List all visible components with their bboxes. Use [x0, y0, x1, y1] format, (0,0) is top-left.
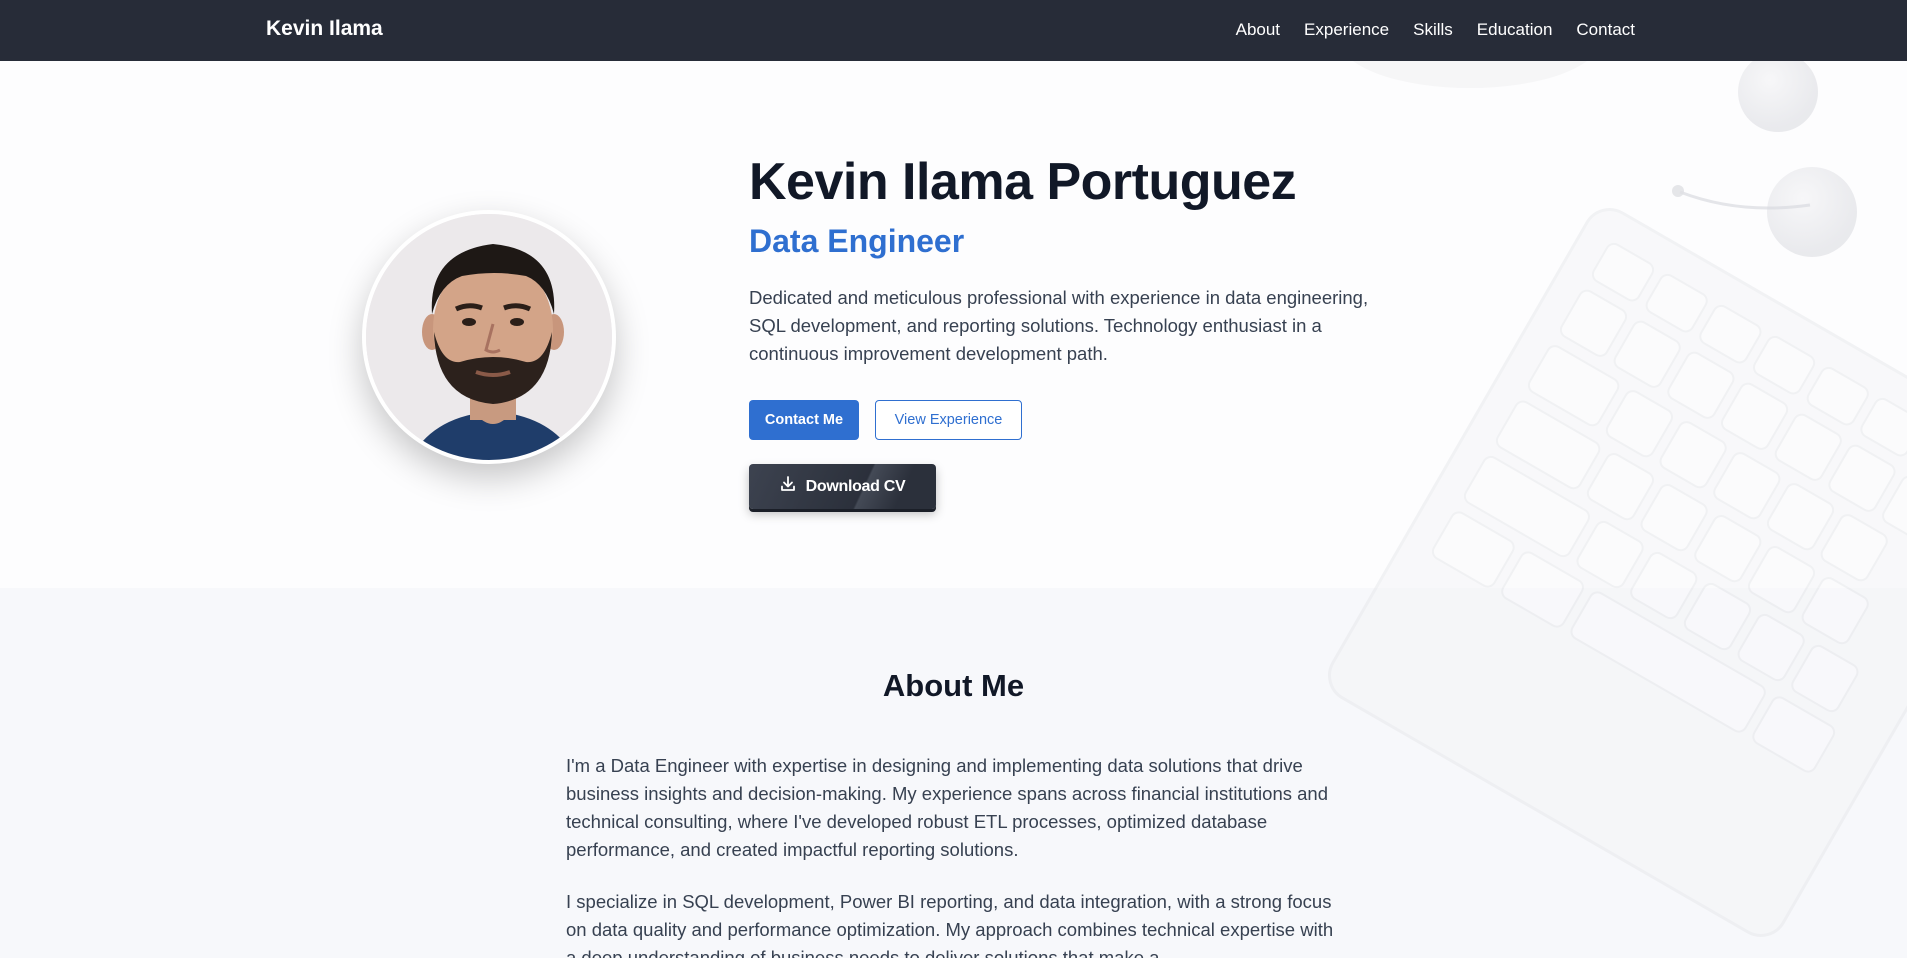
hero-name: Kevin Ilama Portuguez — [749, 153, 1297, 211]
navbar: Kevin Ilama About Experience Skills Educ… — [0, 0, 1907, 61]
profile-avatar — [362, 210, 616, 464]
about-paragraph: I'm a Data Engineer with expertise in de… — [566, 755, 1328, 860]
nav-link-about[interactable]: About — [1236, 20, 1280, 40]
hero-description: Dedicated and meticulous professional wi… — [749, 287, 1369, 364]
download-cv-button[interactable]: Download CV — [749, 464, 936, 509]
download-icon — [780, 476, 796, 497]
contact-me-button[interactable]: Contact Me — [749, 400, 859, 440]
download-cv-label: Download CV — [805, 477, 906, 495]
view-experience-button[interactable]: View Experience — [875, 400, 1022, 440]
about-paragraph: I specialize in SQL development, Power B… — [566, 891, 1334, 958]
nav-link-skills[interactable]: Skills — [1413, 20, 1453, 40]
profile-photo — [366, 214, 612, 460]
hero-role: Data Engineer — [749, 223, 965, 259]
page: Kevin Ilama About Experience Skills Educ… — [0, 0, 1907, 958]
about-title: About Me — [882, 668, 1025, 703]
nav-link-education[interactable]: Education — [1477, 20, 1553, 40]
nav-link-experience[interactable]: Experience — [1304, 20, 1389, 40]
brand-logo[interactable]: Kevin Ilama — [266, 17, 383, 41]
nav-link-contact[interactable]: Contact — [1576, 20, 1635, 40]
nav-links: About Experience Skills Education Contac… — [1236, 20, 1635, 40]
